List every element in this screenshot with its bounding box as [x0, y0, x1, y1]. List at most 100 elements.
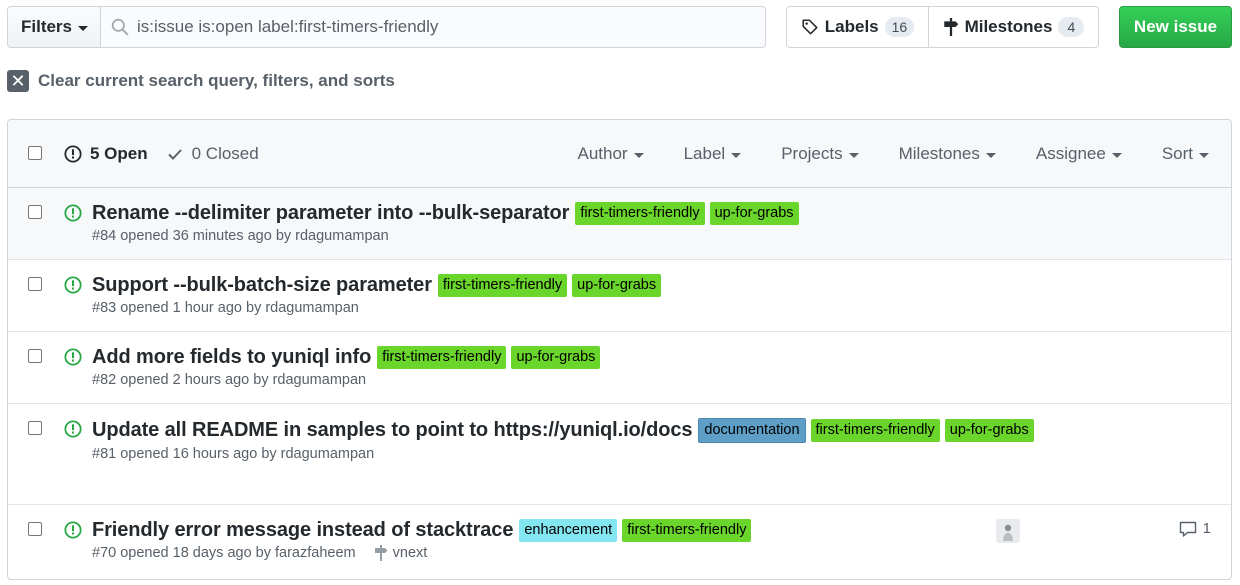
- filter-milestones-dropdown[interactable]: Milestones: [899, 144, 996, 164]
- issue-title-link[interactable]: Update all README in samples to point to…: [92, 419, 692, 442]
- issue-opened-icon: [64, 204, 82, 227]
- label-enhancement[interactable]: enhancement: [519, 519, 618, 542]
- open-count-label: 5 Open: [90, 144, 148, 163]
- issue-row: Add more fields to yuniql info first-time…: [8, 332, 1231, 404]
- list-filters: Author Label Projects Milestones Assignee Sor…: [577, 120, 1231, 188]
- caret-down-icon: [985, 153, 996, 158]
- issue-title-link[interactable]: Support --bulk-batch-size parameter: [92, 274, 432, 297]
- issue-title-line: Support --bulk-batch-size parameter first…: [92, 274, 1211, 297]
- clear-filters-label: Clear current search query, filters, and…: [38, 71, 395, 90]
- filter-sort-dropdown[interactable]: Sort: [1162, 144, 1209, 164]
- issue-opened-icon: [64, 348, 82, 371]
- milestone-icon: [943, 18, 958, 36]
- issue-opened-icon: [64, 276, 82, 299]
- caret-down-icon: [731, 153, 742, 158]
- label-first-timers-friendly[interactable]: first-timers-friendly: [622, 519, 752, 542]
- filter-label: Assignee: [1035, 144, 1106, 163]
- issue-meta-text: #84 opened 36 minutes ago by rdagumampan: [92, 228, 389, 244]
- issue-checkbox[interactable]: [28, 421, 42, 435]
- labels-count-badge: 16: [884, 17, 915, 37]
- issue-body: Friendly error message instead of stackt…: [92, 519, 1211, 561]
- issue-body: Rename --delimiter parameter into --bulk…: [92, 202, 1211, 244]
- label-documentation[interactable]: documentation: [698, 418, 806, 443]
- clear-filters-link[interactable]: ✕ Clear current search query, filters, a…: [7, 70, 395, 92]
- caret-down-icon: [633, 153, 644, 158]
- label-first-timers-friendly[interactable]: first-timers-friendly: [810, 419, 940, 442]
- new-issue-button[interactable]: New issue: [1119, 6, 1232, 48]
- labels-milestones-group: Labels 16 Milestones 4: [786, 6, 1099, 48]
- filter-author-dropdown[interactable]: Author: [577, 144, 644, 164]
- milestone-icon: [374, 545, 388, 561]
- issue-meta-text: #83 opened 1 hour ago by rdagumampan: [92, 300, 359, 316]
- label-first-timers-friendly[interactable]: first-timers-friendly: [377, 346, 507, 369]
- comments-count: 1: [1202, 520, 1211, 537]
- issue-opened-icon: [64, 145, 82, 163]
- issue-title-line: Add more fields to yuniql info first-time…: [92, 346, 1211, 369]
- issue-checkbox[interactable]: [28, 349, 42, 363]
- labels-button-label: Labels: [824, 17, 879, 36]
- comments-link[interactable]: 1: [1179, 520, 1211, 537]
- label-up-for-grabs[interactable]: up-for-grabs: [572, 274, 662, 297]
- comment-icon: [1179, 521, 1196, 537]
- issue-state-toggle: 5 Open 0 Closed: [64, 120, 259, 188]
- issue-meta: #81 opened 16 hours ago by rdagumampan: [92, 446, 1211, 462]
- closed-issues-tab[interactable]: 0 Closed: [166, 144, 259, 164]
- issue-rows: Rename --delimiter parameter into --bulk…: [8, 188, 1231, 577]
- issue-opened-icon: [64, 420, 82, 443]
- issue-checkbox[interactable]: [28, 205, 42, 219]
- issue-meta-text: #70 opened 18 days ago by farazfaheem: [92, 545, 356, 561]
- issues-list-box: 5 Open 0 Closed Author Label Projects Miles…: [7, 119, 1232, 580]
- caret-down-icon: [1199, 153, 1209, 158]
- issue-meta-text: #81 opened 16 hours ago by rdagumampan: [92, 446, 375, 462]
- tag-icon: [802, 19, 818, 35]
- milestones-button-label: Milestones: [964, 17, 1053, 36]
- issue-body: Update all README in samples to point to…: [92, 418, 1211, 462]
- issue-title-link[interactable]: Friendly error message instead of stackt…: [92, 519, 513, 542]
- issue-title-link[interactable]: Rename --delimiter parameter into --bulk…: [92, 202, 569, 225]
- milestones-count-badge: 4: [1058, 17, 1085, 37]
- milestones-button[interactable]: Milestones 4: [929, 7, 1098, 47]
- issue-milestone-link[interactable]: vnext: [374, 545, 428, 561]
- caret-down-icon: [1111, 153, 1122, 158]
- filters-dropdown-button[interactable]: Filters: [7, 6, 101, 48]
- issues-list-header: 5 Open 0 Closed Author Label Projects Miles…: [8, 120, 1231, 188]
- filter-label: Sort: [1161, 144, 1193, 163]
- label-up-for-grabs[interactable]: up-for-grabs: [511, 346, 601, 369]
- search-icon: [111, 18, 129, 36]
- caret-down-icon: [848, 153, 859, 158]
- label-first-timers-friendly[interactable]: first-timers-friendly: [437, 274, 568, 297]
- issue-row: Rename --delimiter parameter into --bulk…: [8, 188, 1231, 260]
- filter-label: Label: [683, 144, 726, 163]
- issue-checkbox[interactable]: [28, 277, 42, 291]
- label-first-timers-friendly[interactable]: first-timers-friendly: [575, 202, 705, 225]
- caret-down-icon: [78, 26, 89, 31]
- label-up-for-grabs[interactable]: up-for-grabs: [709, 202, 799, 225]
- issue-meta: #84 opened 36 minutes ago by rdagumampan: [92, 228, 1211, 244]
- issue-row: Update all README in samples to point to…: [8, 404, 1231, 505]
- select-all-checkbox[interactable]: [28, 146, 42, 160]
- open-issues-tab[interactable]: 5 Open: [64, 144, 148, 164]
- filter-label-dropdown[interactable]: Label: [684, 144, 742, 164]
- issue-meta-text: #82 opened 2 hours ago by rdagumampan: [92, 372, 367, 388]
- check-icon: [167, 149, 182, 160]
- label-up-for-grabs[interactable]: up-for-grabs: [944, 419, 1034, 442]
- issue-milestone-name: vnext: [392, 545, 428, 561]
- issue-row: Support --bulk-batch-size parameter first…: [8, 260, 1231, 332]
- filter-label: Author: [577, 144, 628, 163]
- closed-count-label: 0 Closed: [191, 144, 259, 163]
- filter-assignee-dropdown[interactable]: Assignee: [1036, 144, 1122, 164]
- filters-button-label: Filters: [20, 17, 73, 36]
- labels-button[interactable]: Labels 16: [787, 7, 929, 47]
- issue-title-link[interactable]: Add more fields to yuniql info: [92, 346, 371, 369]
- issue-row: Friendly error message instead of stackt…: [8, 505, 1231, 577]
- issue-meta: #82 opened 2 hours ago by rdagumampan: [92, 372, 1211, 388]
- issue-meta: #83 opened 1 hour ago by rdagumampan: [92, 300, 1211, 316]
- search-input[interactable]: [137, 17, 757, 37]
- issue-checkbox[interactable]: [28, 522, 42, 536]
- issue-search-box[interactable]: [100, 6, 766, 48]
- filter-projects-dropdown[interactable]: Projects: [781, 144, 859, 164]
- assignee-avatar[interactable]: [996, 519, 1020, 543]
- issue-opened-icon: [64, 521, 82, 544]
- filter-label: Projects: [781, 144, 843, 163]
- filter-label: Milestones: [898, 144, 980, 163]
